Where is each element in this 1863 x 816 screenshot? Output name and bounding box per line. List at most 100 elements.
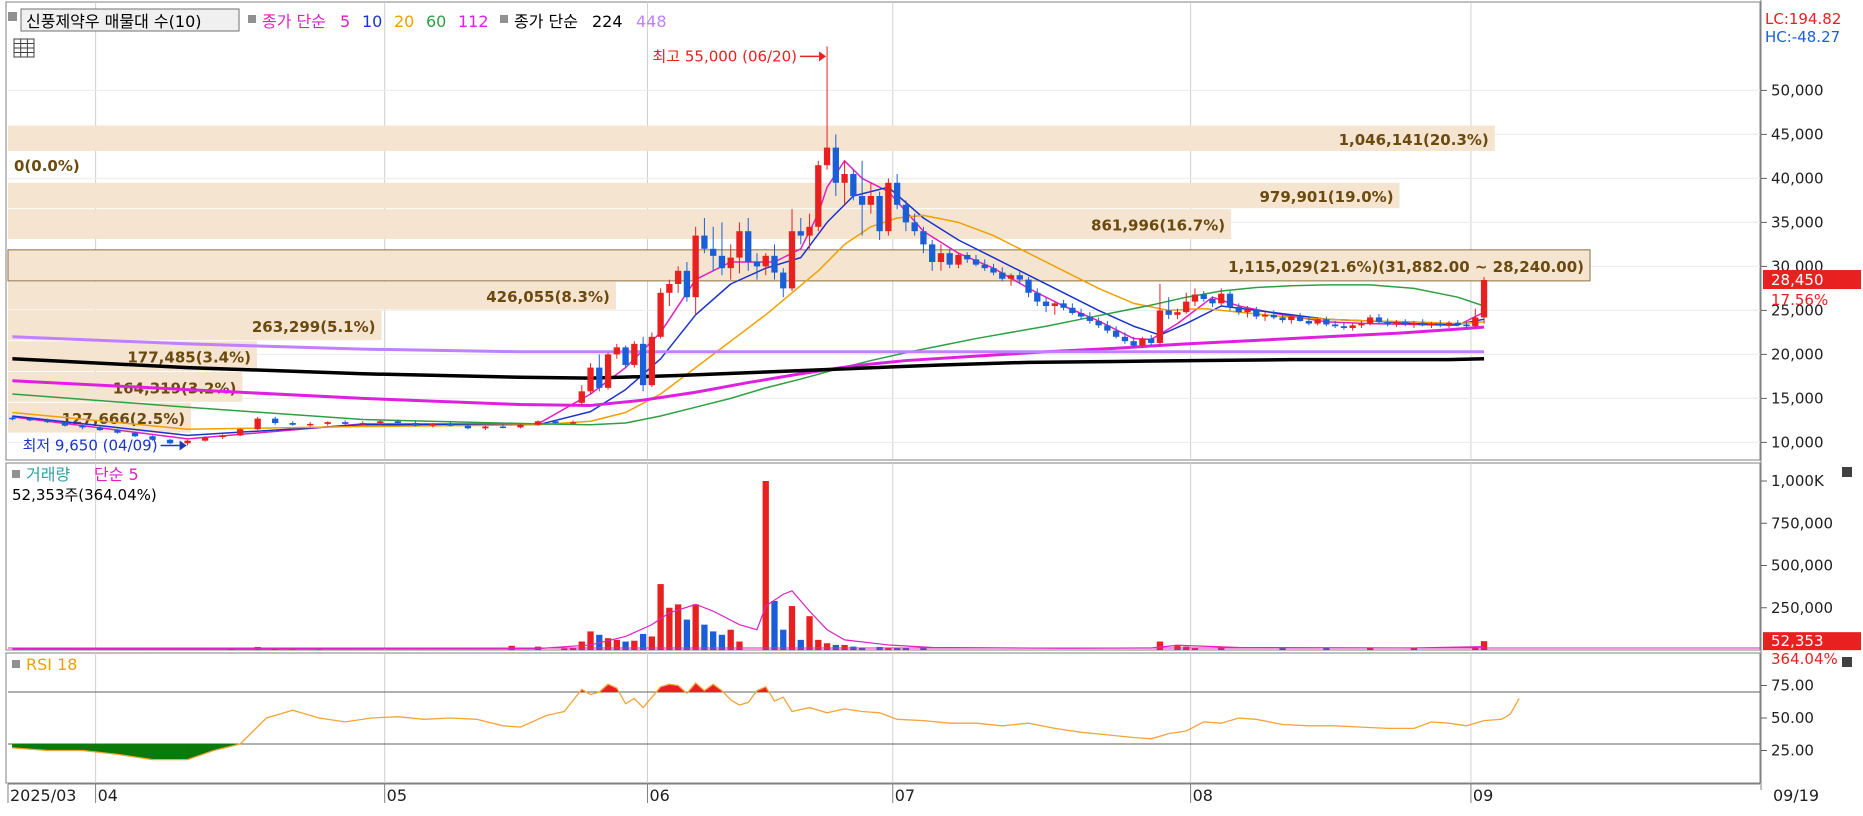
price-tick-label: 10,000	[1771, 433, 1824, 451]
profile-bar	[8, 125, 1495, 151]
candle	[569, 422, 577, 424]
candle	[929, 244, 936, 262]
candle	[61, 422, 69, 426]
candle	[1288, 316, 1295, 321]
candle	[1305, 320, 1313, 324]
x-tick-label: 2025/03	[10, 786, 76, 805]
candle	[841, 174, 848, 183]
price-tick-label: 35,000	[1771, 213, 1824, 231]
stock-chart[interactable]: 10,00015,00020,00025,00030,00035,00040,0…	[0, 0, 1863, 816]
x-tick-label: 06	[649, 786, 669, 805]
candle	[736, 231, 743, 258]
candle	[964, 254, 971, 260]
volume-bar	[823, 643, 831, 650]
candle	[289, 423, 296, 425]
legend-ma2-label: 종가 단순	[514, 12, 578, 31]
candle	[762, 255, 769, 267]
candle	[96, 427, 104, 431]
volume-title: 거래량	[26, 465, 70, 484]
candle	[1358, 323, 1365, 326]
volume-tick-label: 1,000K	[1771, 472, 1825, 490]
volume-panel	[5, 462, 1761, 651]
candle	[1016, 275, 1023, 280]
candle	[788, 231, 796, 289]
candle	[1437, 323, 1444, 326]
legend-square-icon	[248, 15, 256, 23]
candle	[850, 174, 857, 196]
candle	[701, 235, 708, 249]
candle	[482, 426, 489, 429]
x-tick-label: 09	[1473, 786, 1493, 805]
volume-bar	[1156, 641, 1164, 650]
candle	[771, 255, 778, 273]
price-tick-label: 15,000	[1771, 389, 1824, 407]
candle	[464, 425, 472, 429]
candle	[254, 418, 261, 430]
volume-bar	[841, 644, 848, 650]
price-tick-label: 50,000	[1771, 81, 1824, 99]
current-price-value: 28,450	[1771, 271, 1824, 289]
candle	[1235, 306, 1242, 313]
volume-bar	[1279, 648, 1286, 650]
volume-bar	[788, 606, 796, 650]
volume-bar	[736, 641, 743, 650]
high-annotation: 최고 55,000 (06/20)	[652, 47, 797, 65]
candle	[1148, 338, 1155, 343]
volume-bar	[622, 641, 629, 650]
candle	[1139, 338, 1146, 346]
price-tick-label: 40,000	[1771, 169, 1824, 187]
rsi-tick-label: 25.00	[1771, 742, 1814, 760]
legend-ma2-224: 224	[592, 12, 623, 31]
candle	[727, 257, 734, 269]
candle	[1174, 312, 1181, 315]
candle	[1121, 336, 1129, 342]
volume-tick-label: 250,000	[1771, 599, 1833, 617]
candle	[1253, 309, 1260, 317]
volume-bar	[771, 600, 778, 650]
volume-tick-label: 500,000	[1771, 557, 1833, 575]
table-icon	[13, 38, 35, 58]
volume-tag-pct: 364.04%	[1771, 650, 1838, 668]
candle	[1331, 324, 1339, 327]
candle	[710, 248, 717, 256]
volume-bar	[920, 648, 927, 650]
candle	[972, 259, 980, 265]
low-annotation: 최저 9,650 (04/09)	[23, 436, 158, 454]
profile-label: 426,055(8.3%)	[486, 288, 610, 306]
legend-ma2-448: 448	[636, 12, 667, 31]
candle	[1419, 322, 1426, 326]
profile-label: 263,299(5.1%)	[252, 318, 376, 336]
candle	[1218, 293, 1225, 304]
candle	[342, 422, 349, 424]
candle	[1200, 294, 1207, 299]
close-volume-icon[interactable]	[1842, 467, 1852, 477]
candle	[1226, 293, 1234, 307]
candle	[920, 231, 927, 245]
candle	[876, 196, 883, 232]
candle	[26, 418, 34, 421]
candle	[815, 165, 822, 227]
volume-bar	[832, 644, 839, 650]
x-tick-label: 07	[895, 786, 915, 805]
candle	[1183, 301, 1190, 313]
legend-ma-5: 5	[340, 12, 350, 31]
volume-tick-label: 750,000	[1771, 514, 1833, 532]
candle	[1007, 275, 1015, 279]
candle	[1060, 303, 1067, 308]
candle	[219, 435, 226, 438]
candle	[1051, 303, 1058, 306]
volume-bar	[727, 629, 734, 650]
candle	[718, 255, 726, 269]
x-tick-label: 05	[387, 786, 407, 805]
candle	[1340, 326, 1348, 328]
last-date-label: 09/19	[1773, 786, 1819, 805]
candle	[946, 253, 953, 265]
rsi-panel	[5, 652, 1761, 784]
candle	[1463, 324, 1470, 327]
volume-bar	[762, 481, 769, 650]
volume-bar	[780, 629, 787, 650]
candle	[1454, 322, 1461, 325]
candle	[1191, 294, 1199, 302]
close-rsi-icon[interactable]	[1842, 657, 1852, 667]
candle	[1025, 279, 1032, 293]
